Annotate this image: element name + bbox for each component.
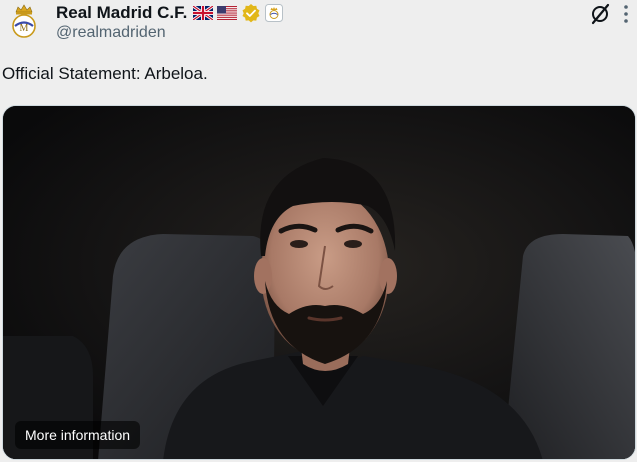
tweet-header: M Real Madrid C.F. @realmadriden <box>0 0 637 50</box>
affiliate-badge-icon[interactable] <box>265 4 284 22</box>
us-flag-icon <box>217 6 238 20</box>
tweet-text: Official Statement: Arbeloa. <box>2 64 208 83</box>
svg-text:M: M <box>20 23 29 34</box>
verified-badge-icon[interactable] <box>241 3 261 23</box>
more-information-button[interactable]: More information <box>15 421 141 449</box>
more-icon[interactable] <box>619 4 633 24</box>
account-handle[interactable]: @realmadriden <box>56 24 166 42</box>
tweet-card: M Real Madrid C.F. @realmadriden Officia… <box>0 0 637 462</box>
uk-flag-icon <box>193 6 214 20</box>
tweet-media-photo[interactable]: More information <box>2 105 636 460</box>
real-madrid-crest-avatar[interactable]: M <box>9 4 39 40</box>
name-row: Real Madrid C.F. <box>56 2 284 24</box>
photo-portrait <box>3 106 635 459</box>
grok-icon[interactable] <box>589 3 611 25</box>
display-name[interactable]: Real Madrid C.F. <box>56 3 187 23</box>
